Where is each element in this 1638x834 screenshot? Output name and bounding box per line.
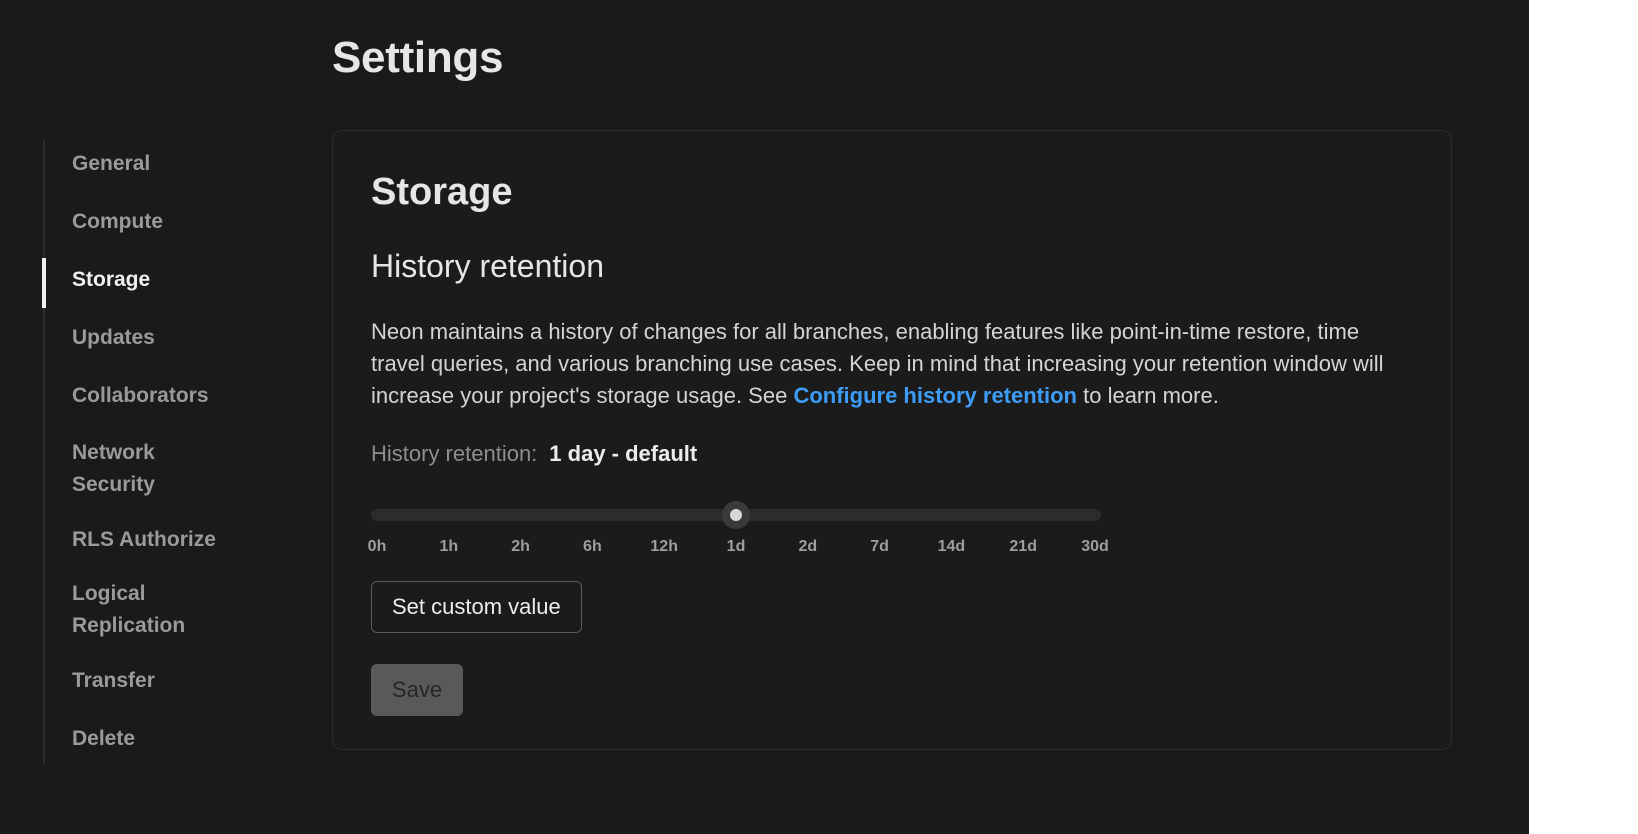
description-suffix: to learn more. — [1077, 383, 1219, 408]
slider-tick-label: 6h — [583, 538, 602, 555]
sidebar-item-storage[interactable]: Storage — [72, 264, 150, 296]
sidebar-item-general[interactable]: General — [72, 148, 150, 180]
slider-tick-label: 14d — [937, 538, 966, 555]
retention-slider-thumb[interactable] — [722, 501, 750, 529]
card-title: Storage — [371, 171, 513, 213]
history-retention-description: Neon maintains a history of changes for … — [371, 316, 1411, 412]
set-custom-value-button[interactable]: Set custom value — [371, 581, 582, 633]
sidebar-item-rls-authorize[interactable]: RLS Authorize — [72, 524, 216, 556]
page-title: Settings — [332, 33, 504, 82]
slider-tick-label: 1d — [726, 538, 746, 555]
retention-summary: History retention: 1 day - default — [371, 441, 697, 467]
app-window: Settings General Compute Storage Updates… — [0, 0, 1529, 834]
sidebar-item-compute[interactable]: Compute — [72, 206, 163, 238]
retention-label: History retention: — [371, 441, 538, 466]
slider-tick-label: 2h — [511, 538, 530, 555]
sidebar-item-network-security[interactable]: Network Security — [72, 437, 155, 501]
slider-tick-label: 12h — [650, 538, 678, 555]
retention-value: 1 day - default — [549, 441, 698, 466]
sidebar-active-indicator — [42, 258, 46, 308]
slider-tick-label: 2d — [798, 538, 818, 555]
section-title: History retention — [371, 248, 604, 284]
sidebar-item-transfer[interactable]: Transfer — [72, 665, 155, 697]
configure-history-retention-link[interactable]: Configure history retention — [793, 383, 1077, 408]
settings-sidebar: General Compute Storage Updates Collabor… — [42, 140, 275, 763]
sidebar-item-updates[interactable]: Updates — [72, 322, 155, 354]
slider-tick-label: 1h — [439, 538, 459, 555]
sidebar-item-collaborators[interactable]: Collaborators — [72, 380, 209, 412]
slider-tick-label: 0h — [367, 538, 387, 555]
sidebar-item-logical-replication[interactable]: Logical Replication — [72, 578, 185, 642]
slider-tick-label: 30d — [1081, 538, 1109, 555]
save-button[interactable]: Save — [371, 664, 463, 716]
slider-tick-label: 21d — [1009, 538, 1037, 555]
storage-card: Storage History retention Neon maintains… — [332, 130, 1452, 750]
sidebar-item-delete[interactable]: Delete — [72, 723, 135, 755]
slider-tick-label: 7d — [870, 538, 889, 555]
